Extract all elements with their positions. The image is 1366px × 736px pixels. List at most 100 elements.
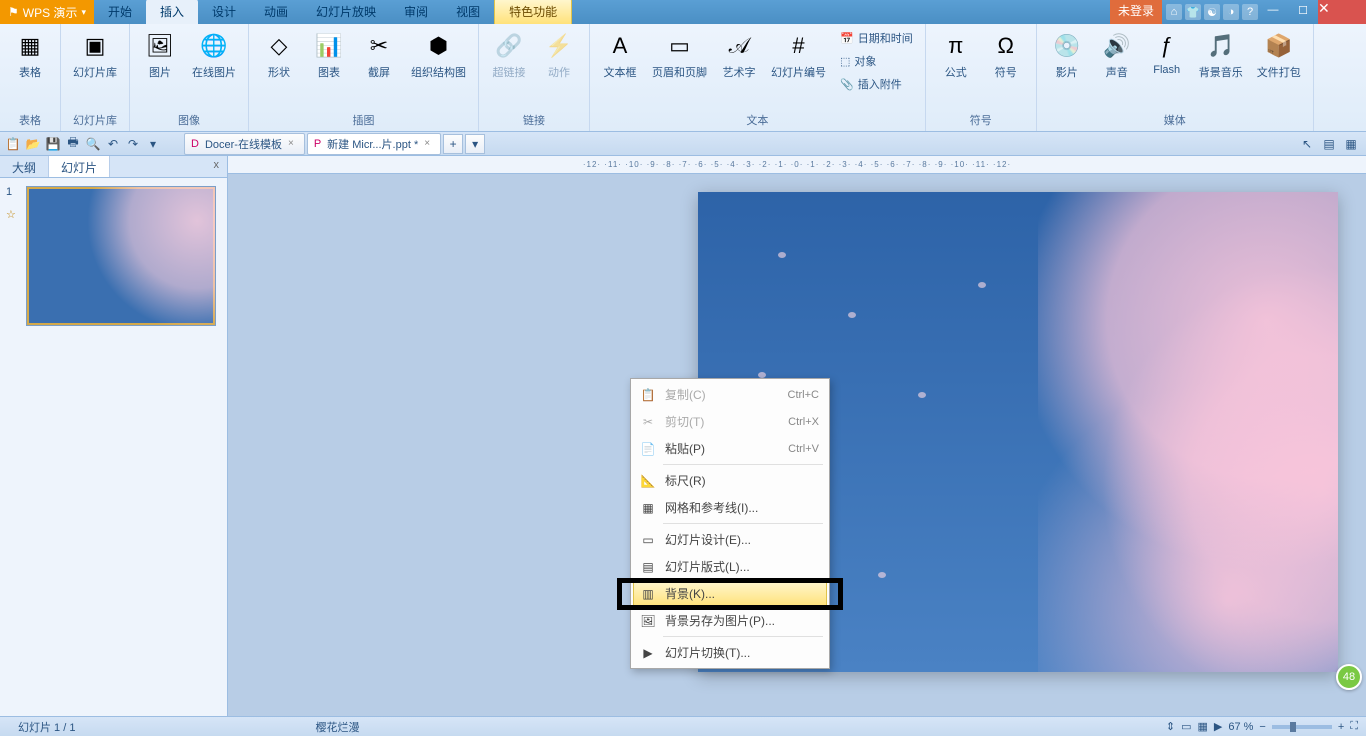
ribbon-btn-图像-0[interactable]: 🖼图片 xyxy=(138,28,182,82)
preview-icon[interactable]: 🔍 xyxy=(84,135,102,153)
group-label: 文本 xyxy=(598,110,917,131)
ribbon-btn-媒体-1[interactable]: 🔊声音 xyxy=(1095,28,1139,82)
app-menu-button[interactable]: ⚑ WPS 演示 xyxy=(0,0,94,24)
zoom-fit-icon[interactable]: ⛶ xyxy=(1350,720,1358,733)
ribbon-btn-媒体-0[interactable]: 💿影片 xyxy=(1045,28,1089,82)
ribbon-label: 超链接 xyxy=(493,64,526,80)
thumbnail-area: 1 ☆ xyxy=(0,178,227,334)
ribbon-btn-插图-3[interactable]: ⬢组织结构图 xyxy=(407,28,470,82)
view-normal-icon[interactable]: ▭ xyxy=(1181,720,1191,733)
pane-close-icon[interactable]: x xyxy=(206,156,228,177)
ribbon-icon: ƒ xyxy=(1151,30,1183,62)
context-menu-item-12[interactable]: ▶幻灯片切换(T)... xyxy=(633,639,827,666)
context-menu-item-4[interactable]: 📐标尺(R) xyxy=(633,467,827,494)
skin-icon[interactable]: 👕 xyxy=(1185,4,1201,20)
close-button[interactable]: ✕ xyxy=(1318,0,1366,24)
menu-tab-5[interactable]: 审阅 xyxy=(390,0,442,24)
ribbon-btn-媒体-3[interactable]: 🎵背景音乐 xyxy=(1195,28,1247,82)
doc-tab-0[interactable]: DDocer-在线模板× xyxy=(184,133,305,155)
context-menu: 📋复制(C)Ctrl+C✂剪切(T)Ctrl+X📄粘贴(P)Ctrl+V📐标尺(… xyxy=(630,378,830,669)
zoom-value[interactable]: 67 % xyxy=(1228,721,1253,733)
ribbon-btn-插图-2[interactable]: ✂截屏 xyxy=(357,28,401,82)
slide-thumbnail-1[interactable] xyxy=(26,186,216,326)
undo-icon[interactable]: ↶ xyxy=(104,135,122,153)
zoom-out-icon[interactable]: − xyxy=(1259,721,1265,733)
context-item-icon: 📄 xyxy=(639,441,657,457)
redo-icon[interactable]: ↷ xyxy=(124,135,142,153)
menu-tabs: 开始插入设计动画幻灯片放映审阅视图特色功能 xyxy=(94,0,572,24)
ribbon-label: 文件打包 xyxy=(1257,64,1301,80)
minimize-button[interactable]: — xyxy=(1258,0,1288,20)
menu-tab-3[interactable]: 动画 xyxy=(250,0,302,24)
ribbon-label: 公式 xyxy=(945,64,967,80)
doc-tab-close-icon[interactable]: × xyxy=(288,138,294,149)
home-icon[interactable]: ⌂ xyxy=(1166,4,1182,20)
open-icon[interactable]: 📂 xyxy=(24,135,42,153)
zoom-in-icon[interactable]: + xyxy=(1338,721,1344,733)
ribbon-vitem-0[interactable]: 📅日期和时间 xyxy=(836,28,917,48)
save-icon[interactable]: 💾 xyxy=(44,135,62,153)
menu-tab-2[interactable]: 设计 xyxy=(198,0,250,24)
sync-icon[interactable]: ☯ xyxy=(1204,4,1220,20)
paste-icon[interactable]: 📋 xyxy=(4,135,22,153)
ribbon-btn-符号-0[interactable]: π公式 xyxy=(934,28,978,82)
login-badge[interactable]: 未登录 xyxy=(1110,0,1162,24)
ribbon-btn-文本-3[interactable]: #幻灯片编号 xyxy=(767,28,830,82)
ribbon-vitem-2[interactable]: 📎插入附件 xyxy=(836,74,917,94)
ribbon-btn-媒体-2[interactable]: ƒFlash xyxy=(1145,28,1189,78)
doc-tab-close-icon[interactable]: × xyxy=(424,138,430,149)
find-icon[interactable]: ↖ xyxy=(1298,135,1316,153)
ribbon-btn-符号-1[interactable]: Ω符号 xyxy=(984,28,1028,82)
doc-tab-add-button[interactable]: + xyxy=(443,134,463,154)
context-menu-item-10[interactable]: 🖼背景另存为图片(P)... xyxy=(633,607,827,634)
ribbon-btn-媒体-4[interactable]: 📦文件打包 xyxy=(1253,28,1305,82)
maximize-button[interactable]: ☐ xyxy=(1288,0,1318,20)
ribbon-btn-插图-0[interactable]: ◇形状 xyxy=(257,28,301,82)
ribbon-btn-插图-1[interactable]: 📊图表 xyxy=(307,28,351,82)
cloud-icon[interactable]: ◑ xyxy=(1223,4,1239,20)
notification-badge[interactable]: 48 xyxy=(1336,664,1362,690)
menu-tab-1[interactable]: 插入 xyxy=(146,0,198,24)
context-menu-item-5[interactable]: ▦网格和参考线(I)... xyxy=(633,494,827,521)
context-menu-item-7[interactable]: ▭幻灯片设计(E)... xyxy=(633,526,827,553)
zoom-slider[interactable] xyxy=(1272,725,1332,729)
print-icon[interactable]: 🖶 xyxy=(64,135,82,153)
fit-icon[interactable]: ⇕ xyxy=(1166,720,1175,733)
ribbon-btn-幻灯片库-0[interactable]: ▣幻灯片库 xyxy=(69,28,121,82)
doc-tab-list-button[interactable]: ▾ xyxy=(465,134,485,154)
view-slideshow-icon[interactable]: ▶ xyxy=(1214,720,1222,733)
slide-panel: 大纲 幻灯片 x 1 ☆ xyxy=(0,156,228,716)
tab-outline[interactable]: 大纲 xyxy=(0,156,49,177)
group-label: 图像 xyxy=(138,110,240,131)
menu-icon[interactable]: ▦ xyxy=(1342,135,1360,153)
context-menu-item-1: ✂剪切(T)Ctrl+X xyxy=(633,408,827,435)
context-menu-item-2[interactable]: 📄粘贴(P)Ctrl+V xyxy=(633,435,827,462)
qat-dropdown-icon[interactable]: ▾ xyxy=(144,135,162,153)
menu-tab-4[interactable]: 幻灯片放映 xyxy=(302,0,390,24)
context-menu-item-9[interactable]: ▥背景(K)... xyxy=(633,580,827,607)
ribbon-btn-文本-1[interactable]: ▭页眉和页脚 xyxy=(648,28,711,82)
view-sorter-icon[interactable]: ▦ xyxy=(1197,720,1207,733)
ribbon-icon: 🔊 xyxy=(1101,30,1133,62)
ribbon-vitem-1[interactable]: ⬚对象 xyxy=(836,51,917,71)
group-label: 符号 xyxy=(934,110,1028,131)
ribbon-label: 幻灯片库 xyxy=(73,64,117,80)
menu-tab-6[interactable]: 视图 xyxy=(442,0,494,24)
ribbon-btn-文本-2[interactable]: 𝒜艺术字 xyxy=(717,28,761,82)
help-icon[interactable]: ? xyxy=(1242,4,1258,20)
ribbon-btn-图像-1[interactable]: 🌐在线图片 xyxy=(188,28,240,82)
doc-tab-1[interactable]: P新建 Micr...片.ppt *× xyxy=(307,133,441,155)
tile-icon[interactable]: ▤ xyxy=(1320,135,1338,153)
context-item-label: 标尺(R) xyxy=(665,472,706,489)
ribbon-btn-文本-0[interactable]: A文本框 xyxy=(598,28,642,82)
menu-tab-7[interactable]: 特色功能 xyxy=(494,0,572,24)
petal xyxy=(778,252,786,258)
tab-slides[interactable]: 幻灯片 xyxy=(49,156,110,177)
slide-counter: 幻灯片 1 / 1 xyxy=(8,719,85,735)
ribbon-btn-表格-0[interactable]: ▦表格 xyxy=(8,28,52,82)
ribbon-icon: 🔗 xyxy=(493,30,525,62)
vitem-label: 插入附件 xyxy=(858,76,902,92)
context-item-icon: ▦ xyxy=(639,500,657,516)
menu-tab-0[interactable]: 开始 xyxy=(94,0,146,24)
context-menu-item-8[interactable]: ▤幻灯片版式(L)... xyxy=(633,553,827,580)
